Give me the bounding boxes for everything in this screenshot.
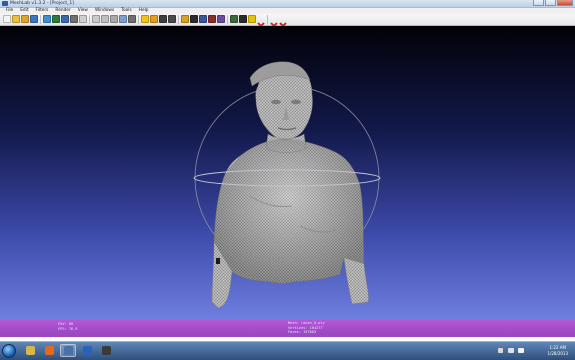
select-connected-icon[interactable]: [230, 15, 238, 23]
toolbar: [0, 14, 575, 30]
render-flat-icon[interactable]: [110, 15, 118, 23]
clock[interactable]: 1:22 AM 1/28/2013: [547, 345, 568, 356]
fps-readout: FPS: 76.9: [58, 326, 78, 331]
toolbar-separator: [178, 15, 179, 24]
start-button[interactable]: [2, 344, 16, 358]
tray-arrow-icon[interactable]: [498, 348, 503, 353]
scene-svg: [193, 61, 381, 309]
open-icon[interactable]: [12, 15, 20, 23]
backface-icon[interactable]: [150, 15, 158, 23]
status-center: Mesh: raven_0.ply Vertices: 104277 Faces…: [288, 321, 325, 335]
select-faces-icon[interactable]: [208, 15, 216, 23]
firefox-icon: [44, 346, 54, 355]
window-title: MeshLab v1.3.2 - [Project_1]: [10, 1, 75, 6]
import-mesh-icon[interactable]: [30, 15, 38, 23]
network-icon[interactable]: [508, 348, 514, 353]
paint-icon[interactable]: [239, 15, 247, 23]
minimize-button[interactable]: [533, 0, 544, 6]
system-tray: 1:22 AM 1/28/2013: [492, 344, 572, 358]
reload-icon[interactable]: [43, 15, 51, 23]
terminal-icon: [101, 346, 111, 355]
mesh-name-readout: Mesh: raven_0.ply: [288, 321, 325, 325]
clock-date: 1/28/2013: [547, 350, 568, 356]
toolbar-separator: [227, 15, 228, 24]
open-folder-icon[interactable]: [21, 15, 29, 23]
show-layers-icon[interactable]: [168, 15, 176, 23]
info-icon[interactable]: [248, 15, 256, 23]
toolbar-separator: [89, 15, 90, 24]
manipulator-icon[interactable]: [199, 15, 207, 23]
toolbar-separator: [267, 15, 268, 24]
render-points-icon[interactable]: [79, 15, 87, 23]
render-smooth-icon[interactable]: [119, 15, 127, 23]
taskbar-app-firefox[interactable]: [41, 344, 57, 357]
lighting-icon[interactable]: [141, 15, 149, 23]
status-left: FOV: 60 FPS: 76.9: [58, 322, 77, 331]
window-controls: [533, 0, 573, 7]
title-bar: MeshLab v1.3.2 - [Project_1]: [0, 0, 575, 8]
render-wire-icon[interactable]: [92, 15, 100, 23]
toolbar-separator: [138, 15, 139, 24]
render-texture-icon[interactable]: [128, 15, 136, 23]
explorer-icon: [25, 346, 35, 355]
color-icon[interactable]: [159, 15, 167, 23]
info-overlay-bar: FOV: 60 FPS: 76.9 Mesh: raven_0.ply Vert…: [0, 320, 575, 337]
faces-readout: Faces: 197683: [288, 330, 317, 335]
meshlab-app-icon: [2, 1, 8, 6]
render-hidden-icon[interactable]: [101, 15, 109, 23]
taskbar-app-photoshop[interactable]: [79, 344, 95, 357]
maximize-button[interactable]: [545, 0, 556, 6]
taskbar-app-explorer[interactable]: [22, 344, 38, 357]
taskbar-app-terminal[interactable]: [98, 344, 114, 357]
close-button[interactable]: [557, 0, 573, 6]
meshlab-icon: [63, 346, 73, 355]
snapshot-icon[interactable]: [70, 15, 78, 23]
photoshop-icon: [82, 346, 92, 355]
delete-all-icon[interactable]: [279, 15, 287, 30]
reload-all-icon[interactable]: [52, 15, 60, 23]
delete-vertices-icon[interactable]: [270, 15, 278, 30]
windows-taskbar: 1:22 AM 1/28/2013: [0, 341, 575, 360]
pick-points-icon[interactable]: [190, 15, 198, 23]
delete-faces-icon[interactable]: [257, 15, 265, 30]
toolbar-separator: [40, 15, 41, 24]
3d-viewport[interactable]: [0, 26, 575, 320]
clock-time: 1:22 AM: [549, 345, 566, 350]
new-project-icon[interactable]: [3, 15, 11, 23]
measure-icon[interactable]: [181, 15, 189, 23]
taskbar-app-meshlab[interactable]: [60, 344, 76, 357]
volume-icon[interactable]: [518, 348, 524, 353]
save-icon[interactable]: [61, 15, 69, 23]
select-vertices-icon[interactable]: [217, 15, 225, 23]
